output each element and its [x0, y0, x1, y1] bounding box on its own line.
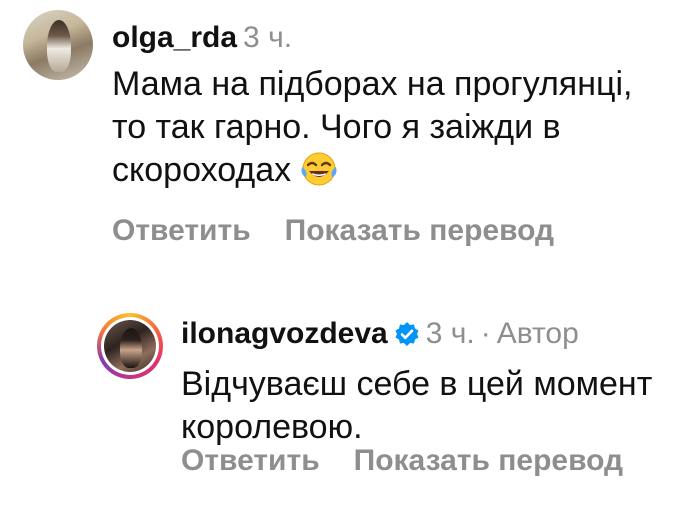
reply-button[interactable]: Ответить	[112, 213, 251, 249]
username[interactable]: olga_rda	[112, 21, 237, 54]
comment: olga_rda 3 ч. Мама на підборах на прогуля…	[0, 0, 700, 270]
show-translation-button[interactable]: Показать перевод	[354, 443, 623, 479]
avatar-photo	[47, 20, 71, 72]
comments-thread: olga_rda 3 ч. Мама на підборах на прогуля…	[0, 0, 700, 524]
author-badge: Автор	[496, 317, 579, 350]
reply-comment: ilonagvozdeva 3 ч. · Автор Відчуваєш себе …	[0, 300, 700, 524]
avatar-photo	[120, 328, 142, 368]
comment-text-content: Відчуваєш себе в цей момент королевою.	[181, 365, 653, 446]
comment-actions: Ответить Показать перевод	[112, 213, 588, 249]
separator-dot: ·	[480, 317, 491, 350]
comment-text: Відчуваєш себе в цей момент королевою.	[181, 363, 681, 449]
comment-header: olga_rda 3 ч.	[112, 20, 292, 56]
username[interactable]: ilonagvozdeva	[181, 317, 388, 350]
comment-actions: Ответить Показать перевод	[181, 443, 657, 479]
reply-button[interactable]: Ответить	[181, 443, 320, 479]
timestamp: 3 ч.	[243, 21, 293, 54]
comment-text-content: Мама на підборах на прогулянці, то так г…	[112, 65, 633, 189]
verified-badge-icon	[394, 320, 420, 356]
comment-header: ilonagvozdeva 3 ч. · Автор	[181, 316, 579, 356]
avatar[interactable]	[23, 10, 93, 80]
comment-text: Мама на підборах на прогулянці, то так г…	[112, 63, 672, 198]
show-translation-button[interactable]: Показать перевод	[285, 213, 554, 249]
face-with-tears-of-joy-icon	[299, 151, 339, 198]
avatar[interactable]	[104, 320, 156, 372]
timestamp: 3 ч.	[425, 317, 475, 350]
